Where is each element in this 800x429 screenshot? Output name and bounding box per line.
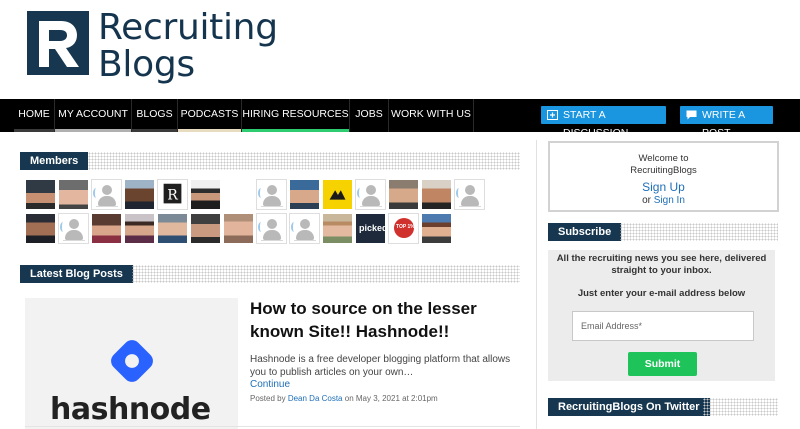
post-thumbnail[interactable]: hashnode [25, 298, 238, 429]
members-header: Members [20, 152, 520, 170]
member-avatar[interactable] [58, 179, 89, 210]
post-title[interactable]: How to source on the lesser known Site!!… [250, 297, 530, 343]
twitter-title: RecruitingBlogs On Twitter [548, 398, 710, 416]
post-continue-link[interactable]: Continue [250, 379, 290, 390]
member-avatar[interactable] [25, 179, 56, 210]
svg-text:R: R [167, 188, 178, 204]
post-author-link[interactable]: Dean Da Costa [288, 394, 343, 403]
latest-posts-title: Latest Blog Posts [20, 265, 133, 283]
welcome-site-name: RecruitingBlogs [630, 165, 697, 176]
sign-in-line: or Sign In [550, 195, 777, 206]
member-avatar[interactable] [421, 179, 452, 210]
nav-home[interactable]: HOME [14, 99, 55, 132]
nav-hiring-resources[interactable]: HIRING RESOURCES [242, 99, 350, 132]
member-avatar-placeholder[interactable] [256, 213, 287, 244]
header-dot-pattern [703, 398, 778, 416]
subscribe-title: Subscribe [548, 223, 622, 241]
member-avatar[interactable] [157, 213, 188, 244]
member-avatar-placeholder[interactable] [256, 179, 287, 210]
nav-work-with-us-label: WORK WITH US [391, 108, 471, 120]
nav-my-account-bar [55, 129, 131, 132]
sign-in-link[interactable]: Sign In [654, 195, 685, 206]
member-avatar-logo[interactable] [322, 179, 353, 210]
sidebar-divider [536, 140, 537, 429]
members-title: Members [20, 152, 89, 170]
post-meta: Posted by Dean Da Costa on May 3, 2021 a… [250, 394, 438, 403]
subscribe-box: All the recruiting news you see here, de… [548, 250, 775, 381]
subscribe-description: All the recruiting news you see here, de… [556, 253, 767, 276]
nav-my-account[interactable]: MY ACCOUNT [55, 99, 132, 132]
header-dot-pattern [88, 152, 520, 170]
member-avatar[interactable] [388, 179, 419, 210]
member-avatar-logo[interactable]: picked [355, 213, 386, 244]
sign-up-link[interactable]: Sign Up [550, 180, 777, 194]
hashnode-logo-icon [111, 340, 153, 382]
picked-logo-text: picked [359, 223, 386, 233]
post-bottom-rule [25, 426, 520, 427]
nav-podcasts[interactable]: PODCASTS [178, 99, 242, 132]
member-avatar-logo[interactable]: R [157, 179, 188, 210]
post-meta-prefix: Posted by [250, 394, 286, 403]
hashnode-wordmark: hashnode [50, 392, 211, 427]
header-dot-pattern [132, 265, 520, 283]
nav-hiring-resources-label: HIRING RESOURCES [242, 108, 349, 120]
nav-blogs-label: BLOGS [136, 108, 173, 120]
member-avatar[interactable] [223, 213, 254, 244]
member-avatar[interactable] [124, 179, 155, 210]
member-avatar-placeholder[interactable] [289, 213, 320, 244]
mountain-logo-icon [329, 190, 346, 200]
member-avatar-placeholder[interactable] [454, 179, 485, 210]
r-logo-icon: R [163, 183, 182, 204]
member-avatar-placeholder[interactable] [58, 213, 89, 244]
latest-posts-header: Latest Blog Posts [20, 265, 520, 283]
nav-my-account-label: MY ACCOUNT [58, 108, 128, 120]
nav-work-with-us[interactable]: WORK WITH US [389, 99, 474, 132]
member-avatar[interactable] [421, 213, 452, 244]
welcome-text: Welcome to [638, 153, 689, 164]
post-excerpt: Hashnode is a free developer blogging pl… [250, 354, 511, 378]
nav-home-bar [14, 129, 54, 132]
member-avatar-placeholder[interactable] [355, 179, 386, 210]
nav-podcasts-label: PODCASTS [180, 108, 239, 120]
member-avatar[interactable] [322, 213, 353, 244]
logo-wordmark: Recruiting Blogs [98, 9, 278, 83]
member-avatar-placeholder[interactable] [91, 179, 122, 210]
write-post-button[interactable]: WRITE A POST [680, 106, 773, 139]
submit-button[interactable]: Submit [628, 352, 697, 376]
start-discussion-button[interactable]: START A DISCUSSION [541, 106, 666, 139]
subscribe-header: Subscribe [548, 223, 778, 241]
email-input[interactable]: Email Address* [572, 311, 754, 341]
nav-blogs[interactable]: BLOGS [132, 99, 178, 132]
member-avatar[interactable] [190, 213, 221, 244]
start-discussion-label: START A DISCUSSION [563, 109, 629, 139]
welcome-box: Welcome to RecruitingBlogs Sign Up or Si… [548, 141, 779, 212]
nav-home-label: HOME [18, 108, 50, 120]
discussion-icon [547, 110, 558, 120]
site-logo[interactable]: Recruiting Blogs [27, 9, 278, 83]
nav-jobs[interactable]: JOBS [350, 99, 389, 132]
twitter-header: RecruitingBlogs On Twitter [548, 398, 778, 416]
nav-hiring-resources-bar [242, 129, 349, 132]
speech-bubble-icon [686, 110, 697, 120]
member-avatar[interactable] [190, 179, 221, 210]
member-avatar[interactable] [25, 213, 56, 244]
member-avatar[interactable] [289, 179, 320, 210]
member-avatar-logo[interactable]: TOP 1% [388, 213, 419, 244]
or-text: or [642, 195, 651, 206]
member-avatar[interactable] [124, 213, 155, 244]
logo-r-icon [27, 11, 89, 75]
logo-line2: Blogs [98, 44, 195, 85]
nav-podcasts-bar [178, 129, 241, 132]
badge-text: TOP 1% [396, 224, 415, 230]
nav-jobs-label: JOBS [355, 108, 383, 120]
post-date: on May 3, 2021 at 2:01pm [344, 394, 438, 403]
header-dot-pattern [620, 223, 778, 241]
subscribe-hint: Just enter your e-mail address below [577, 288, 746, 299]
logo-line1: Recruiting [98, 7, 278, 48]
member-avatar[interactable] [91, 213, 122, 244]
nav-blogs-bar [132, 129, 177, 132]
